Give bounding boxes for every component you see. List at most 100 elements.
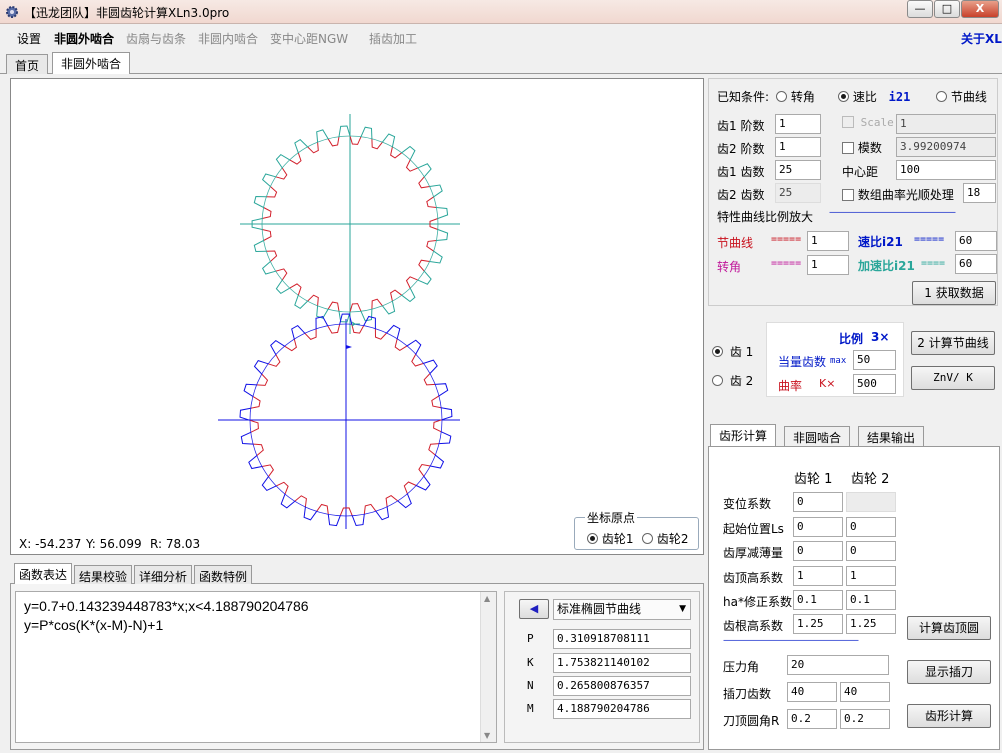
equiv-input[interactable]: 50: [853, 350, 896, 370]
tab-function-special[interactable]: 函数特例: [194, 565, 253, 585]
tooth-row-gear2-input: [846, 492, 896, 512]
calc-pitch-button[interactable]: 2 计算节曲线: [911, 331, 995, 355]
speed-tag: i21: [888, 90, 911, 104]
menu-internal-mesh[interactable]: 非圆内啮合: [198, 30, 258, 47]
speed-scale-eq: =====: [914, 234, 945, 245]
get-data-button[interactable]: 1 获取数据: [912, 281, 996, 305]
tip-radius-2-input[interactable]: 0.2: [840, 709, 890, 729]
tab-external-mesh[interactable]: 非圆外啮合: [52, 52, 131, 74]
pressure-input[interactable]: 20: [787, 655, 889, 675]
tooth-row-label: 齿顶高系数: [723, 571, 784, 585]
tooth-row-label: 起始位置Ls: [723, 522, 784, 536]
expression-line-2: y=P*cos(K*(x-M)-N)+1: [24, 617, 164, 633]
tip-radius-1-input[interactable]: 0.2: [787, 709, 837, 729]
show-cutter-button[interactable]: 显示插刀: [907, 660, 991, 684]
gear2-option[interactable]: 齿 2: [712, 372, 753, 389]
opt-pitch[interactable]: 节曲线: [936, 88, 987, 105]
menu-sector-rack[interactable]: 齿扇与齿条: [126, 30, 186, 47]
g1-order-input[interactable]: 1: [775, 114, 821, 134]
param-value-input[interactable]: 1.753821140102: [553, 653, 691, 673]
gear1-option[interactable]: 齿 1: [712, 343, 753, 360]
tab-detail-analysis[interactable]: 详细分析: [134, 565, 193, 585]
accel-scale-input[interactable]: 60: [955, 254, 997, 274]
expression-scrollbar[interactable]: ▲ ▼: [480, 592, 496, 742]
minimize-button[interactable]: —: [907, 0, 933, 18]
expression-line-1: y=0.7+0.143239448783*x;x<4.188790204786: [24, 598, 309, 614]
curvature-input[interactable]: 500: [853, 374, 896, 394]
param-value-input[interactable]: 4.188790204786: [553, 699, 691, 719]
center-input[interactable]: 100: [896, 160, 996, 180]
tooth-row-gear1-input[interactable]: 1: [793, 566, 843, 586]
tooth-row-gear1-input[interactable]: 1.25: [793, 614, 843, 634]
expression-editor[interactable]: y=0.7+0.143239448783*x;x<4.188790204786 …: [15, 591, 497, 743]
cutter-teeth-1-input[interactable]: 40: [787, 682, 837, 702]
tooth-tab-strip: 齿形计算 非圆啮合 结果输出: [708, 424, 1000, 448]
origin-gear1-option[interactable]: 齿轮1: [587, 530, 633, 547]
g2-teeth-label: 齿2 齿数: [717, 188, 765, 202]
tooth-row-label: 变位系数: [723, 497, 772, 511]
speed-scale-input[interactable]: 60: [955, 231, 997, 251]
opt-speed[interactable]: 速比 i21: [838, 88, 910, 105]
curve-type-select[interactable]: 标准椭圆节曲线 ▼: [553, 599, 691, 620]
tab-result-output[interactable]: 结果输出: [858, 426, 925, 446]
tab-function-expr[interactable]: 函数表达: [14, 563, 73, 585]
pitch-scale-input[interactable]: 1: [807, 231, 849, 251]
smooth-label: 数组曲率光顺处理: [857, 188, 954, 202]
g1-teeth-input[interactable]: 25: [775, 160, 821, 180]
tooth-row-gear1-input[interactable]: 0: [793, 517, 843, 537]
znv-button[interactable]: ZnV/ K: [911, 366, 995, 390]
module-input: 3.99200974: [896, 137, 996, 157]
opt-angle[interactable]: 转角: [776, 88, 815, 105]
tooth-row-gear1-input[interactable]: 0: [793, 492, 843, 512]
opt-angle-label: 转角: [790, 90, 815, 104]
gear-canvas[interactable]: X: -54.237 Y: 56.099 R: 78.03 坐标原点 齿轮1 齿…: [10, 78, 704, 555]
param-name: N: [527, 679, 534, 692]
gear-root-flank: [418, 176, 430, 189]
menu-external-mesh[interactable]: 非圆外啮合: [54, 30, 114, 47]
opt-pitch-label: 节曲线: [950, 90, 987, 104]
calc-tip-circle-button[interactable]: 计算齿顶圆: [907, 616, 991, 640]
ratio-label: 比例: [839, 332, 864, 346]
angle-scale-input[interactable]: 1: [807, 255, 849, 275]
apply-arrow-button[interactable]: ◀: [519, 599, 549, 619]
menu-about[interactable]: 关于XL: [961, 30, 1002, 47]
menu-shaping[interactable]: 插齿加工: [369, 30, 417, 47]
gear-root-flank: [418, 463, 431, 477]
checkbox-icon: [842, 142, 854, 154]
radio-icon: [936, 91, 947, 102]
smooth-input[interactable]: 18: [963, 183, 996, 203]
maximize-button[interactable]: □: [934, 0, 960, 18]
function-tab-strip: 函数表达 结果校验 详细分析 函数特例: [10, 563, 704, 585]
smooth-option[interactable]: 数组曲率光顺处理: [842, 186, 954, 203]
chevron-down-icon: ▼: [679, 604, 686, 614]
close-button[interactable]: X: [961, 0, 999, 18]
tooth-row-gear2-input[interactable]: 0: [846, 517, 896, 537]
menu-settings[interactable]: 设置: [17, 30, 41, 47]
gear2-option-label: 齿 2: [729, 374, 754, 388]
tab-tooth-calc[interactable]: 齿形计算: [710, 424, 777, 448]
tab-result-check[interactable]: 结果校验: [74, 565, 133, 585]
scroll-up-icon[interactable]: ▲: [484, 594, 490, 603]
scroll-down-icon[interactable]: ▼: [484, 731, 490, 740]
cutter-teeth-2-input[interactable]: 40: [840, 682, 890, 702]
tooth-row-gear2-input[interactable]: 1.25: [846, 614, 896, 634]
module-option[interactable]: 模数: [842, 139, 882, 156]
tab-noncircular-mesh[interactable]: 非圆啮合: [784, 426, 851, 446]
g2-order-input[interactable]: 1: [775, 137, 821, 157]
tooth-row-gear1-input[interactable]: 0: [793, 541, 843, 561]
menu-ngw[interactable]: 变中心距NGW: [270, 30, 348, 47]
tooth-row-gear2-input[interactable]: 0: [846, 541, 896, 561]
title-bar: 【迅龙团队】非圆齿轮计算XLn3.0pro — □ X: [0, 0, 1002, 24]
mesh-pointer-icon: [346, 345, 352, 349]
gear-root-flank: [385, 495, 399, 507]
tab-home[interactable]: 首页: [6, 54, 49, 74]
tooth-row-gear2-input[interactable]: 1: [846, 566, 896, 586]
tooth-row-gear1-input[interactable]: 0.1: [793, 590, 843, 610]
tooth-calc-button[interactable]: 齿形计算: [907, 704, 991, 728]
scale-option: Scale: [842, 116, 894, 129]
param-value-input[interactable]: 0.265800876357: [553, 676, 691, 696]
checkbox-icon: [842, 189, 854, 201]
origin-gear2-option[interactable]: 齿轮2: [642, 530, 688, 547]
param-value-input[interactable]: 0.310918708111: [553, 629, 691, 649]
tooth-row-gear2-input[interactable]: 0.1: [846, 590, 896, 610]
